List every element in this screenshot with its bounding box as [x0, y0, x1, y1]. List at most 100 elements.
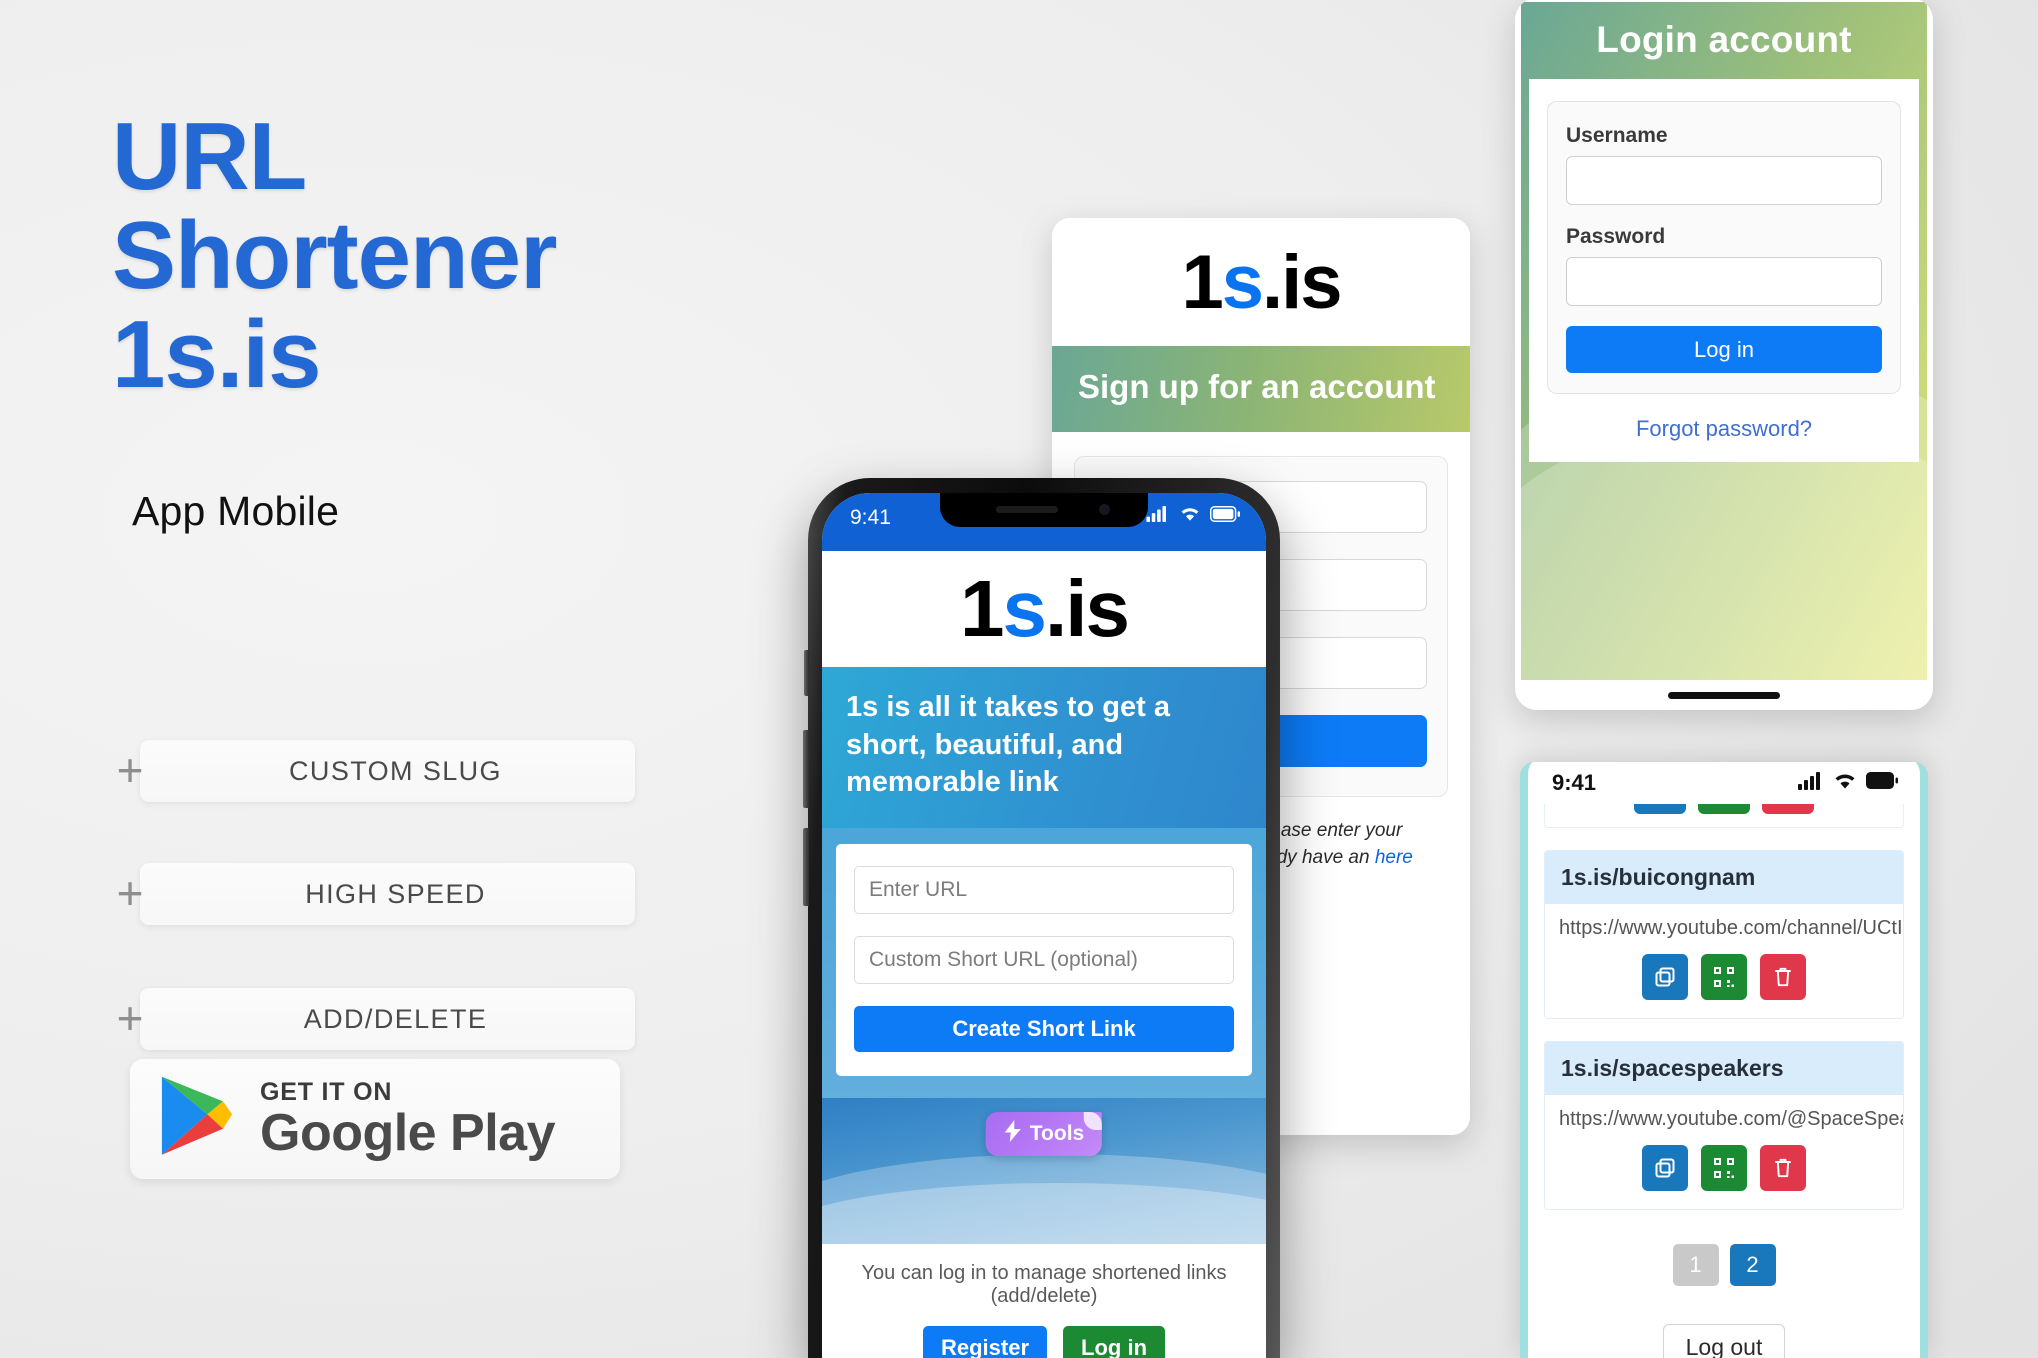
login-form: Username Password Log in [1547, 101, 1901, 394]
plus-icon: + [116, 867, 144, 919]
copy-icon[interactable] [1642, 954, 1688, 1000]
login-title: Login account [1596, 19, 1852, 60]
pagination: 1 2 [1544, 1244, 1904, 1286]
pagination-page-1[interactable]: 1 [1672, 1244, 1719, 1286]
status-icons [1798, 771, 1898, 795]
register-button[interactable]: Register [922, 1326, 1048, 1358]
brand-digit: 1 [960, 564, 1004, 653]
trash-icon[interactable] [1760, 954, 1806, 1000]
phone-footer-text: You can log in to manage shortened links… [861, 1262, 1227, 1308]
feature-item-custom-slug[interactable]: + CUSTOM SLUG [110, 740, 635, 802]
link-actions [1545, 944, 1903, 1018]
google-play-badge[interactable]: GET IT ON Google Play [130, 1059, 620, 1179]
pagination-page-2[interactable]: 2 [1729, 1244, 1776, 1286]
mute-switch [804, 650, 809, 696]
signup-heading: Sign up for an account [1078, 368, 1436, 405]
forgot-password-link[interactable]: Forgot password? [1547, 416, 1901, 442]
feature-pill[interactable]: HIGH SPEED [140, 863, 635, 925]
phone-brand-logo: 1s.is [822, 551, 1266, 667]
status-bar: 9:41 [1528, 762, 1920, 804]
feature-pill[interactable]: CUSTOM SLUG [140, 740, 635, 802]
hero-subtitle: App Mobile [132, 488, 340, 534]
login-panel: Username Password Log in Forgot password… [1529, 79, 1919, 462]
brand-s: s [1221, 239, 1264, 325]
google-play-icon [158, 1074, 236, 1165]
notch [940, 493, 1148, 527]
qr-code-icon[interactable] [1701, 954, 1747, 1000]
username-label: Username [1566, 124, 1668, 147]
feature-label: HIGH SPEED [305, 878, 486, 909]
status-time: 9:41 [1552, 770, 1597, 795]
trash-icon[interactable] [1760, 1145, 1806, 1191]
feature-pill[interactable]: ADD/DELETE [140, 988, 635, 1050]
phone-form-section: Enter URL Custom Short URL (optional) Cr… [822, 828, 1266, 1099]
signup-header: Sign up for an account [1052, 346, 1470, 432]
brand-s: s [1002, 564, 1047, 653]
cellular-signal-icon [1146, 506, 1170, 527]
plus-icon: + [116, 992, 144, 1044]
short-link-label[interactable]: 1s.is/spacespeakers [1545, 1042, 1903, 1095]
phone-footer: You can log in to manage shortened links… [822, 1244, 1266, 1358]
login-button[interactable]: Log in [1063, 1326, 1166, 1358]
copy-icon[interactable] [1634, 804, 1686, 814]
list-item: 1s.is/spacespeakers https://www.youtube.… [1544, 1041, 1904, 1210]
status-icons [1146, 506, 1240, 527]
left-marketing-panel: URL Shortener 1s.is App Mobile + CUSTOM … [0, 0, 760, 1358]
battery-icon [1210, 506, 1240, 527]
custom-slug-input[interactable]: Custom Short URL (optional) [854, 936, 1234, 985]
google-play-text: GET IT ON Google Play [260, 1078, 556, 1162]
logout-wrap: Log out [1544, 1324, 1904, 1358]
phone-mockup: 9:41 1s.is 1s is all it takes to get a s… [803, 478, 1280, 1358]
feature-item-high-speed[interactable]: + HIGH SPEED [110, 863, 635, 925]
home-indicator [1521, 680, 1927, 710]
password-label: Password [1566, 225, 1666, 248]
badge-corner-fold [1084, 1112, 1103, 1131]
tools-label: Tools [1029, 1121, 1085, 1145]
feature-label: ADD/DELETE [303, 1003, 488, 1034]
username-input[interactable] [1566, 156, 1882, 205]
trash-icon[interactable] [1762, 804, 1814, 814]
copy-icon[interactable] [1642, 1145, 1688, 1191]
plus-icon: + [116, 744, 144, 796]
phone-illustration: Tools [822, 1098, 1266, 1245]
phone-hero-text: 1s is all it takes to get a short, beaut… [846, 691, 1170, 799]
phone-footer-buttons: Register Log in [838, 1326, 1250, 1358]
qr-code-icon[interactable] [1701, 1145, 1747, 1191]
signup-brand-logo: 1s.is [1052, 218, 1470, 346]
phone-screen: 9:41 1s.is 1s is all it takes to get a s… [822, 493, 1266, 1358]
hero-title-line2: 1s.is [112, 300, 322, 408]
status-time: 9:41 [850, 506, 891, 529]
links-management-card: 9:41 1s.is/buicongnam https://www.youtub… [1520, 762, 1928, 1358]
page-title: URL Shortener 1s.is [112, 107, 760, 408]
wifi-icon [1179, 506, 1201, 527]
short-link-label[interactable]: 1s.is/buicongnam [1545, 851, 1903, 904]
create-short-link-button[interactable]: Create Short Link [854, 1006, 1234, 1053]
shorten-form: Enter URL Custom Short URL (optional) Cr… [836, 844, 1252, 1077]
destination-url: https://www.youtube.com/@SpaceSpeak… [1559, 1108, 1903, 1130]
brand-suffix: .is [1045, 564, 1130, 653]
links-body: 1s.is/buicongnam https://www.youtube.com… [1528, 804, 1920, 1358]
cellular-signal-icon [1798, 771, 1824, 795]
tools-badge[interactable]: Tools [985, 1112, 1103, 1157]
volume-up-button [803, 730, 809, 808]
links-partial-item [1544, 804, 1904, 828]
logout-button[interactable]: Log out [1662, 1324, 1786, 1358]
brand-digit: 1 [1181, 239, 1223, 325]
feature-label: CUSTOM SLUG [289, 755, 502, 786]
volume-down-button [803, 828, 809, 906]
qr-code-icon[interactable] [1698, 804, 1750, 814]
earpiece-speaker [996, 506, 1058, 513]
password-input[interactable] [1566, 257, 1882, 306]
google-play-name: Google Play [260, 1103, 556, 1162]
hero-title-line1: URL Shortener [112, 103, 557, 309]
front-camera [1099, 504, 1110, 515]
login-phone-card: Login account Username Password Log in F… [1515, 0, 1933, 710]
battery-icon [1866, 772, 1898, 794]
lightning-bolt-icon [1004, 1120, 1022, 1147]
destination-url: https://www.youtube.com/channel/UCtIme… [1559, 917, 1903, 939]
wifi-icon [1833, 772, 1857, 795]
url-input[interactable]: Enter URL [854, 866, 1234, 915]
brand-suffix: .is [1262, 239, 1342, 325]
feature-item-add-delete[interactable]: + ADD/DELETE [110, 988, 635, 1050]
login-submit-button[interactable]: Log in [1566, 326, 1882, 373]
